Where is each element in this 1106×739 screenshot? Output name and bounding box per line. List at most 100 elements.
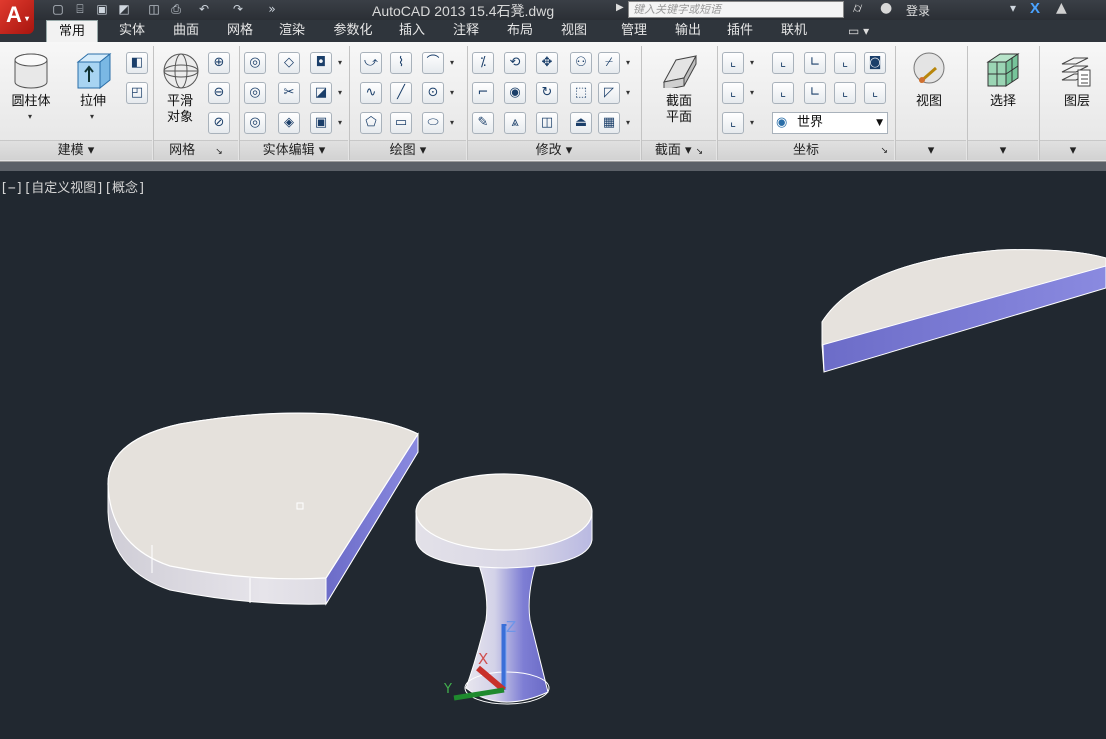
chamfer-icon[interactable]: ◸ xyxy=(598,82,620,104)
tab-annotate[interactable]: 注释 xyxy=(442,20,490,42)
tab-view[interactable]: 视图 xyxy=(550,20,598,42)
smooth-object-label-2[interactable]: 对象 xyxy=(158,110,202,126)
select-icon[interactable] xyxy=(984,50,1022,90)
ellipse-icon[interactable]: ⬭ xyxy=(422,112,444,134)
polysolid-icon[interactable]: ◰ xyxy=(126,82,148,104)
layers-button[interactable]: 图层 xyxy=(1054,94,1100,110)
polygon-icon[interactable]: ⬠ xyxy=(360,112,382,134)
print-icon[interactable]: ⎙ xyxy=(168,2,184,16)
binoculars-icon[interactable]: ⌭ xyxy=(853,1,862,16)
tab-mesh[interactable]: 网格 xyxy=(216,20,264,42)
subtract-icon[interactable]: ◎ xyxy=(244,82,266,104)
new-file-icon[interactable]: ▢ xyxy=(50,2,66,16)
extract-edges-icon[interactable]: ◇ xyxy=(278,52,300,74)
layers-panel-dropdown[interactable]: ▾ xyxy=(1040,140,1106,160)
ucs-named-select[interactable]: ◉ 世界 ▼ xyxy=(772,112,888,134)
arc-icon[interactable]: ⌒ xyxy=(422,52,444,74)
section-plane-label-2[interactable]: 平面 xyxy=(656,110,702,126)
trim-icon[interactable]: ⌿ xyxy=(598,52,620,74)
copy-icon[interactable]: ⚇ xyxy=(570,52,592,74)
exchange-icon[interactable]: X xyxy=(1030,0,1040,17)
redo-icon[interactable]: ↷ xyxy=(230,2,246,16)
panel-title-coordinates[interactable]: 坐标 ↘ xyxy=(718,140,894,160)
panel-title-solid-editing[interactable]: 实体编辑 ▾ xyxy=(240,140,348,160)
ucs-previous-icon[interactable]: ⌞ xyxy=(772,82,794,104)
smooth-object-icon[interactable] xyxy=(162,52,200,90)
ucs-3point-icon[interactable]: ⌞ xyxy=(864,82,886,104)
open-file-icon[interactable]: ⌸ xyxy=(72,2,88,16)
rotate-icon[interactable]: ↻ xyxy=(536,82,558,104)
cylinder-icon[interactable] xyxy=(12,52,50,92)
slice-icon[interactable]: ✂ xyxy=(278,82,300,104)
align-icon[interactable]: ⩓ xyxy=(504,112,526,134)
tab-plugins[interactable]: 插件 xyxy=(716,20,764,42)
circle-icon[interactable]: ⊙ xyxy=(422,82,444,104)
more-qa-icon[interactable]: » xyxy=(264,2,280,16)
panel-title-section[interactable]: 截面 ▾ ↘ xyxy=(642,140,716,160)
view-icon[interactable] xyxy=(910,50,948,90)
viewport-controls-label[interactable]: [−][自定义视图][概念] xyxy=(0,177,146,196)
ucs-object-icon[interactable]: ◙ xyxy=(864,52,886,74)
ucs-world-icon[interactable]: ∟ xyxy=(804,52,826,74)
offset-icon[interactable]: ◫ xyxy=(536,112,558,134)
rotate-3d-icon[interactable]: ⟲ xyxy=(504,52,526,74)
tab-manage[interactable]: 管理 xyxy=(610,20,658,42)
drawing-viewport[interactable] xyxy=(0,171,1106,739)
array-icon[interactable]: ◉ xyxy=(504,82,526,104)
ucs-view-icon[interactable]: ⌞ xyxy=(772,52,794,74)
mesh-remove-icon[interactable]: ⊖ xyxy=(208,82,230,104)
mesh-add-icon[interactable]: ⊕ xyxy=(208,52,230,74)
section-plane-label-1[interactable]: 截面 xyxy=(656,94,702,110)
panel-title-mesh[interactable]: 网格 ↘ xyxy=(154,140,238,160)
rect-array-icon[interactable]: ▦ xyxy=(598,112,620,134)
helix-icon[interactable]: ⌇ xyxy=(390,52,412,74)
login-link[interactable]: 登录 xyxy=(906,2,930,19)
search-input[interactable]: 键入关键字或短语 xyxy=(628,1,844,18)
scale-icon[interactable]: ⬚ xyxy=(570,82,592,104)
3d-move-icon[interactable]: ✥ xyxy=(536,52,558,74)
login-dropdown-icon[interactable]: ▾ xyxy=(1010,1,1016,15)
tab-parametric[interactable]: 参数化 xyxy=(322,20,384,42)
save-as-icon[interactable]: ◩ xyxy=(116,2,132,16)
layers-icon[interactable] xyxy=(1058,50,1094,90)
mirror-icon[interactable]: ⏏ xyxy=(570,112,592,134)
view-panel-dropdown[interactable]: ▾ xyxy=(896,140,966,160)
panel-title-modeling[interactable]: 建模 ▾ xyxy=(0,140,152,160)
presspull-icon[interactable]: ◧ xyxy=(126,52,148,74)
tab-surface[interactable]: 曲面 xyxy=(162,20,210,42)
extrude-button[interactable]: 拉伸 xyxy=(70,94,116,110)
extrude-faces-icon[interactable]: ◘ xyxy=(310,52,332,74)
ucs-face-icon[interactable]: ⌞ xyxy=(834,52,856,74)
smooth-object-label-1[interactable]: 平滑 xyxy=(158,94,202,110)
tab-layout[interactable]: 布局 xyxy=(496,20,544,42)
select-panel-dropdown[interactable]: ▾ xyxy=(968,140,1038,160)
undo-icon[interactable]: ↶ xyxy=(196,2,212,16)
panel-title-draw[interactable]: 绘图 ▾ xyxy=(350,140,466,160)
spline-icon[interactable]: ∿ xyxy=(360,82,382,104)
thicken-icon[interactable]: ◈ xyxy=(278,112,300,134)
separate-icon[interactable]: ◪ xyxy=(310,82,332,104)
fillet-icon[interactable]: ⌐ xyxy=(472,82,494,104)
ucs-icon[interactable]: ⌞ xyxy=(722,52,744,74)
view-button[interactable]: 视图 xyxy=(906,94,952,110)
panel-title-modify[interactable]: 修改 ▾ xyxy=(468,140,640,160)
help-icon[interactable]: ▲ xyxy=(1056,0,1067,16)
line-icon[interactable]: ╱ xyxy=(390,82,412,104)
polyline-icon[interactable]: ⤻ xyxy=(360,52,382,74)
tab-render[interactable]: 渲染 xyxy=(268,20,316,42)
intersect-icon[interactable]: ◎ xyxy=(244,112,266,134)
tab-insert[interactable]: 插入 xyxy=(388,20,436,42)
save-icon[interactable]: ▣ xyxy=(94,2,110,16)
tab-output[interactable]: 输出 xyxy=(664,20,712,42)
panel-toggle-icon[interactable]: ▭ ▾ xyxy=(848,24,869,38)
union-icon[interactable]: ◎ xyxy=(244,52,266,74)
erase-icon[interactable]: ✎ xyxy=(472,112,494,134)
shell-icon[interactable]: ▣ xyxy=(310,112,332,134)
extrude-icon[interactable] xyxy=(74,50,114,92)
mesh-refine-icon[interactable]: ⊘ xyxy=(208,112,230,134)
plot-icon[interactable]: ◫ xyxy=(146,2,162,16)
cylinder-button[interactable]: 圆柱体 xyxy=(4,94,58,110)
tab-online[interactable]: 联机 xyxy=(770,20,818,42)
tab-solid[interactable]: 实体 xyxy=(108,20,156,42)
section-plane-icon[interactable] xyxy=(660,52,700,88)
